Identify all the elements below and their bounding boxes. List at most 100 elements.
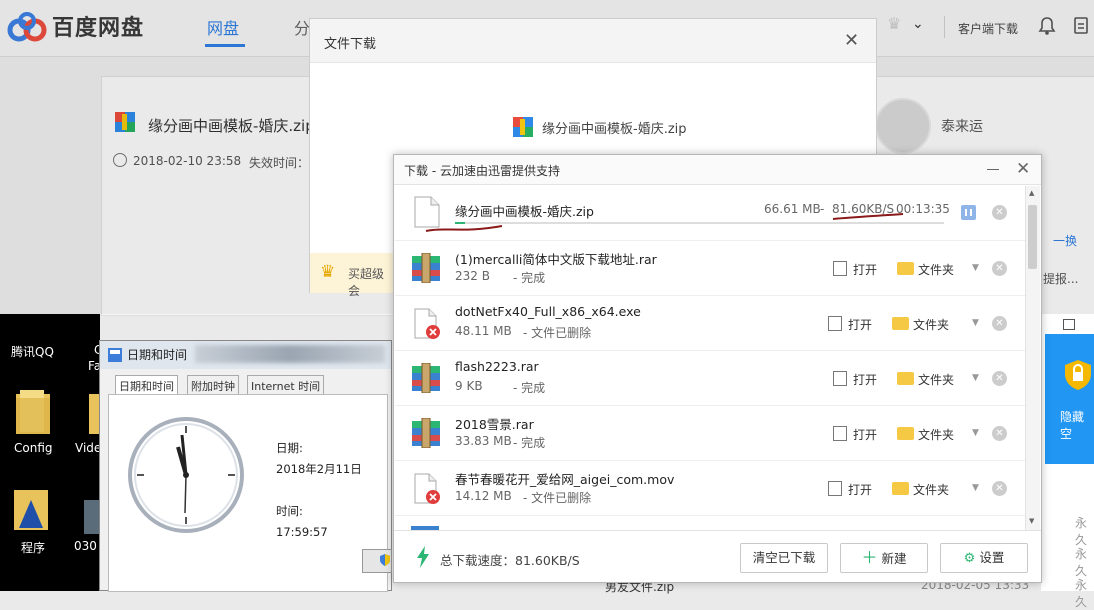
separator: - — [820, 202, 825, 216]
open-folder-button[interactable]: 文件夹 — [913, 481, 949, 498]
new-label: 新建 — [881, 551, 907, 566]
lightning-icon — [417, 546, 429, 568]
download-row[interactable]: 春节春暖花开_爱给网_aigei_com.mov 14.12 MB - 文件已删除 打… — [395, 461, 1025, 516]
file-name: 2018雪景.rar — [455, 417, 534, 432]
new-download-button[interactable]: ＋ 新建 — [840, 543, 928, 573]
datetime-title: 日期和时间 — [127, 348, 188, 362]
dropdown-icon[interactable]: ▼ — [972, 263, 979, 273]
open-folder-button[interactable]: 文件夹 — [918, 261, 954, 278]
remove-icon[interactable]: ✕ — [992, 481, 1007, 496]
remove-icon[interactable]: ✕ — [992, 371, 1007, 386]
open-button[interactable]: 打开 — [848, 316, 872, 333]
folder-icon[interactable] — [897, 427, 914, 440]
open-folder-button[interactable]: 文件夹 — [918, 426, 954, 443]
file-status: - 文件已删除 — [523, 326, 592, 340]
download-row[interactable]: flash2223.rar 9 KB - 完成 打开 文件夹 ▼ ✕ — [395, 351, 1025, 406]
download-row[interactable]: 2018雪景.rar 33.83 MB - 完成 打开 文件夹 ▼ ✕ — [395, 406, 1025, 461]
remove-icon[interactable]: ✕ — [992, 426, 1007, 441]
download-row[interactable]: (1)mercalli简体中文版下载地址.rar 232 B - 完成 打开 文件夹 ▼ ✕ — [395, 241, 1025, 296]
open-file-icon[interactable] — [833, 261, 847, 276]
file-name: dotNetFx40_Full_x86_x64.exe — [455, 304, 641, 319]
desktop-item-program[interactable]: 程序 — [21, 539, 45, 556]
dropdown-icon[interactable]: ▼ — [972, 483, 979, 493]
download-footer: 总下载速度：81.60KB/S 清空已下载 ＋ 新建 ⚙ 设置 — [394, 530, 1041, 582]
download-row[interactable]: dotNetFx40_Full_x86_x64.exe 48.11 MB - 文件已… — [395, 296, 1025, 351]
minimize-icon[interactable] — [987, 169, 999, 170]
scrollbar-thumb[interactable] — [1028, 205, 1037, 269]
desktop-item-qq[interactable]: 腾讯QQ — [11, 343, 54, 360]
folder-icon[interactable] — [14, 388, 52, 436]
scroll-down-icon[interactable]: ▼ — [1029, 517, 1034, 525]
shield-icon — [380, 554, 390, 566]
settings-button[interactable]: ⚙ 设置 — [940, 543, 1028, 573]
date-value: 2018年2月11日 — [276, 462, 362, 476]
desktop-item-config[interactable]: Config — [14, 441, 53, 455]
close-icon[interactable]: ✕ — [1016, 159, 1030, 179]
annotation-underline — [425, 225, 503, 232]
dropdown-icon[interactable]: ▼ — [972, 428, 979, 438]
pause-button[interactable] — [961, 205, 976, 220]
folder-icon[interactable] — [892, 482, 909, 495]
change-datetime-button[interactable] — [362, 549, 392, 573]
file-size: 9 KB — [455, 379, 483, 393]
remove-icon[interactable]: ✕ — [992, 205, 1007, 220]
open-button[interactable]: 打开 — [853, 426, 877, 443]
vip-banner[interactable]: ♛ 买超级会 — [310, 253, 395, 298]
date-label: 日期: — [276, 441, 303, 455]
file-name: flash2223.rar — [455, 359, 539, 374]
dialog-title: 文件下载 — [324, 37, 377, 52]
active-file-name: 缘分画中画模板-婚庆.zip — [455, 204, 594, 219]
deleted-file-icon — [414, 308, 440, 339]
datetime-window: 日期和时间 日期和时间 附加时钟 Internet 时间 日期: 2018年2月… — [99, 340, 392, 592]
tab-date-time[interactable]: 日期和时间 — [115, 375, 178, 396]
dropdown-icon[interactable]: ▼ — [972, 373, 979, 383]
scroll-up-icon[interactable]: ▲ — [1029, 189, 1034, 197]
hide-space-label: 隐藏空 — [1060, 410, 1085, 441]
tab-additional-clocks[interactable]: 附加时钟 — [187, 375, 239, 395]
file-size: 33.83 MB — [455, 434, 512, 448]
open-button[interactable]: 打开 — [853, 371, 877, 388]
file-size: 232 B — [455, 269, 490, 283]
open-file-icon[interactable] — [833, 426, 847, 441]
open-file-icon[interactable] — [833, 371, 847, 386]
remove-icon[interactable]: ✕ — [992, 316, 1007, 331]
settings-label: 设置 — [979, 550, 1005, 565]
permanent-text: 永久 — [1075, 547, 1088, 578]
datetime-app-icon — [108, 348, 122, 362]
total-speed: 总下载速度：81.60KB/S — [440, 553, 580, 568]
rar-icon — [412, 253, 440, 283]
open-button[interactable]: 打开 — [848, 481, 872, 498]
image-file-icon[interactable] — [84, 500, 100, 534]
open-folder-button[interactable]: 文件夹 — [913, 316, 949, 333]
open-file-icon[interactable] — [828, 481, 842, 496]
active-file-size: 66.61 MB — [764, 202, 821, 216]
program-folder-icon[interactable] — [12, 486, 50, 534]
rar-icon — [412, 418, 440, 448]
desktop-item-030[interactable]: 030 — [74, 539, 97, 553]
file-status: - 完成 — [513, 381, 546, 395]
folder-icon[interactable] — [897, 372, 914, 385]
annotation-underline — [832, 213, 904, 220]
permanent-text: 永久 — [1075, 578, 1088, 609]
open-button[interactable]: 打开 — [853, 261, 877, 278]
tab-internet-time[interactable]: Internet 时间 — [247, 375, 325, 395]
clear-downloaded-label: 清空已下载 — [752, 550, 816, 565]
close-icon[interactable]: ✕ — [844, 30, 859, 51]
folder-icon[interactable] — [897, 262, 914, 275]
plus-icon: ＋ — [861, 548, 878, 567]
dropdown-icon[interactable]: ▼ — [972, 318, 979, 328]
open-folder-button[interactable]: 文件夹 — [918, 371, 954, 388]
rar-icon — [412, 363, 440, 393]
restore-icon[interactable] — [1063, 319, 1075, 330]
file-status: - 文件已删除 — [523, 491, 592, 505]
remove-icon[interactable]: ✕ — [992, 261, 1007, 276]
open-file-icon[interactable] — [828, 316, 842, 331]
folder-icon[interactable] — [892, 317, 909, 330]
gear-icon: ⚙ — [963, 551, 976, 566]
file-size: 14.12 MB — [455, 489, 512, 503]
permanent-text: 永久 — [1075, 516, 1088, 547]
deleted-file-icon — [414, 473, 440, 504]
desktop-item-video[interactable]: Vide — [75, 441, 101, 455]
clear-downloaded-button[interactable]: 清空已下载 — [740, 543, 828, 573]
file-name: 春节春暖花开_爱给网_aigei_com.mov — [455, 472, 675, 487]
